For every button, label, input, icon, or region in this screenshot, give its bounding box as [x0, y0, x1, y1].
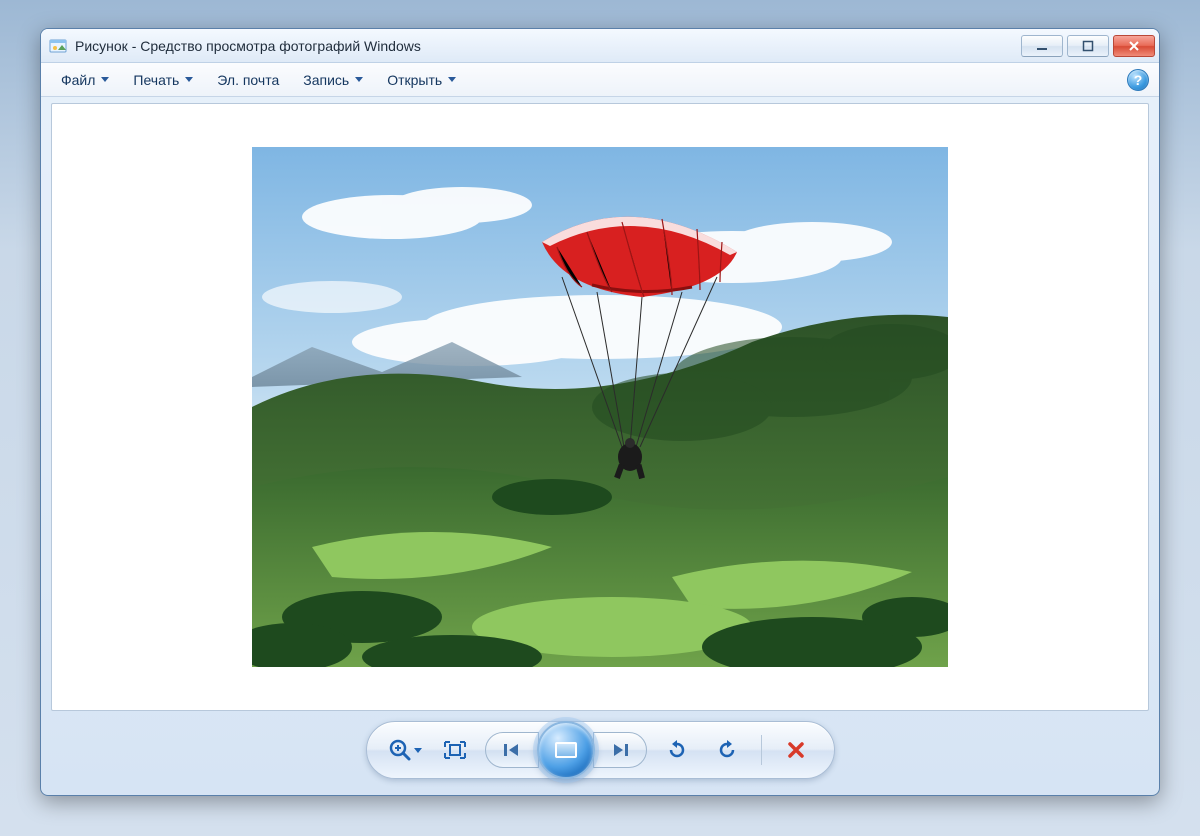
window-title: Рисунок - Средство просмотра фотографий …	[75, 38, 1009, 54]
rotate-ccw-icon	[665, 738, 689, 762]
minimize-icon	[1036, 40, 1048, 52]
next-button[interactable]	[593, 732, 647, 768]
menu-open[interactable]: Открыть	[377, 68, 466, 92]
app-window: Рисунок - Средство просмотра фотографий …	[40, 28, 1160, 796]
menu-burn[interactable]: Запись	[293, 68, 373, 92]
actual-size-button[interactable]	[435, 730, 475, 770]
help-icon: ?	[1134, 72, 1143, 88]
menu-email[interactable]: Эл. почта	[207, 68, 289, 92]
zoom-button[interactable]	[385, 730, 425, 770]
delete-button[interactable]	[776, 730, 816, 770]
slideshow-button[interactable]	[537, 721, 595, 779]
app-icon	[49, 37, 67, 55]
chevron-down-icon	[414, 748, 422, 753]
rotate-cw-button[interactable]	[707, 730, 747, 770]
window-controls	[1017, 35, 1155, 57]
menubar: Файл Печать Эл. почта Запись Открыть ?	[41, 63, 1159, 97]
previous-icon	[502, 742, 522, 758]
maximize-button[interactable]	[1067, 35, 1109, 57]
rotate-cw-icon	[715, 738, 739, 762]
previous-button[interactable]	[485, 732, 539, 768]
controls-pill	[366, 721, 835, 779]
minimize-button[interactable]	[1021, 35, 1063, 57]
menu-label: Печать	[133, 72, 179, 88]
next-icon	[610, 742, 630, 758]
menu-label: Эл. почта	[217, 72, 279, 88]
divider	[761, 735, 762, 765]
menu-label: Файл	[61, 72, 95, 88]
menu-label: Запись	[303, 72, 349, 88]
help-button[interactable]: ?	[1127, 69, 1149, 91]
controls-bar	[41, 711, 1159, 795]
zoom-in-icon	[388, 738, 412, 762]
chevron-down-icon	[448, 77, 456, 82]
delete-icon	[786, 740, 806, 760]
image-viewport[interactable]	[51, 103, 1149, 711]
chevron-down-icon	[355, 77, 363, 82]
chevron-down-icon	[185, 77, 193, 82]
rotate-ccw-button[interactable]	[657, 730, 697, 770]
close-button[interactable]	[1113, 35, 1155, 57]
close-icon	[1128, 40, 1140, 52]
actual-size-icon	[442, 739, 468, 761]
menu-label: Открыть	[387, 72, 442, 88]
chevron-down-icon	[101, 77, 109, 82]
slideshow-icon	[555, 742, 577, 758]
displayed-image	[252, 147, 948, 667]
nav-group	[485, 721, 647, 779]
maximize-icon	[1082, 40, 1094, 52]
menu-file[interactable]: Файл	[51, 68, 119, 92]
menu-print[interactable]: Печать	[123, 68, 203, 92]
titlebar[interactable]: Рисунок - Средство просмотра фотографий …	[41, 29, 1159, 63]
